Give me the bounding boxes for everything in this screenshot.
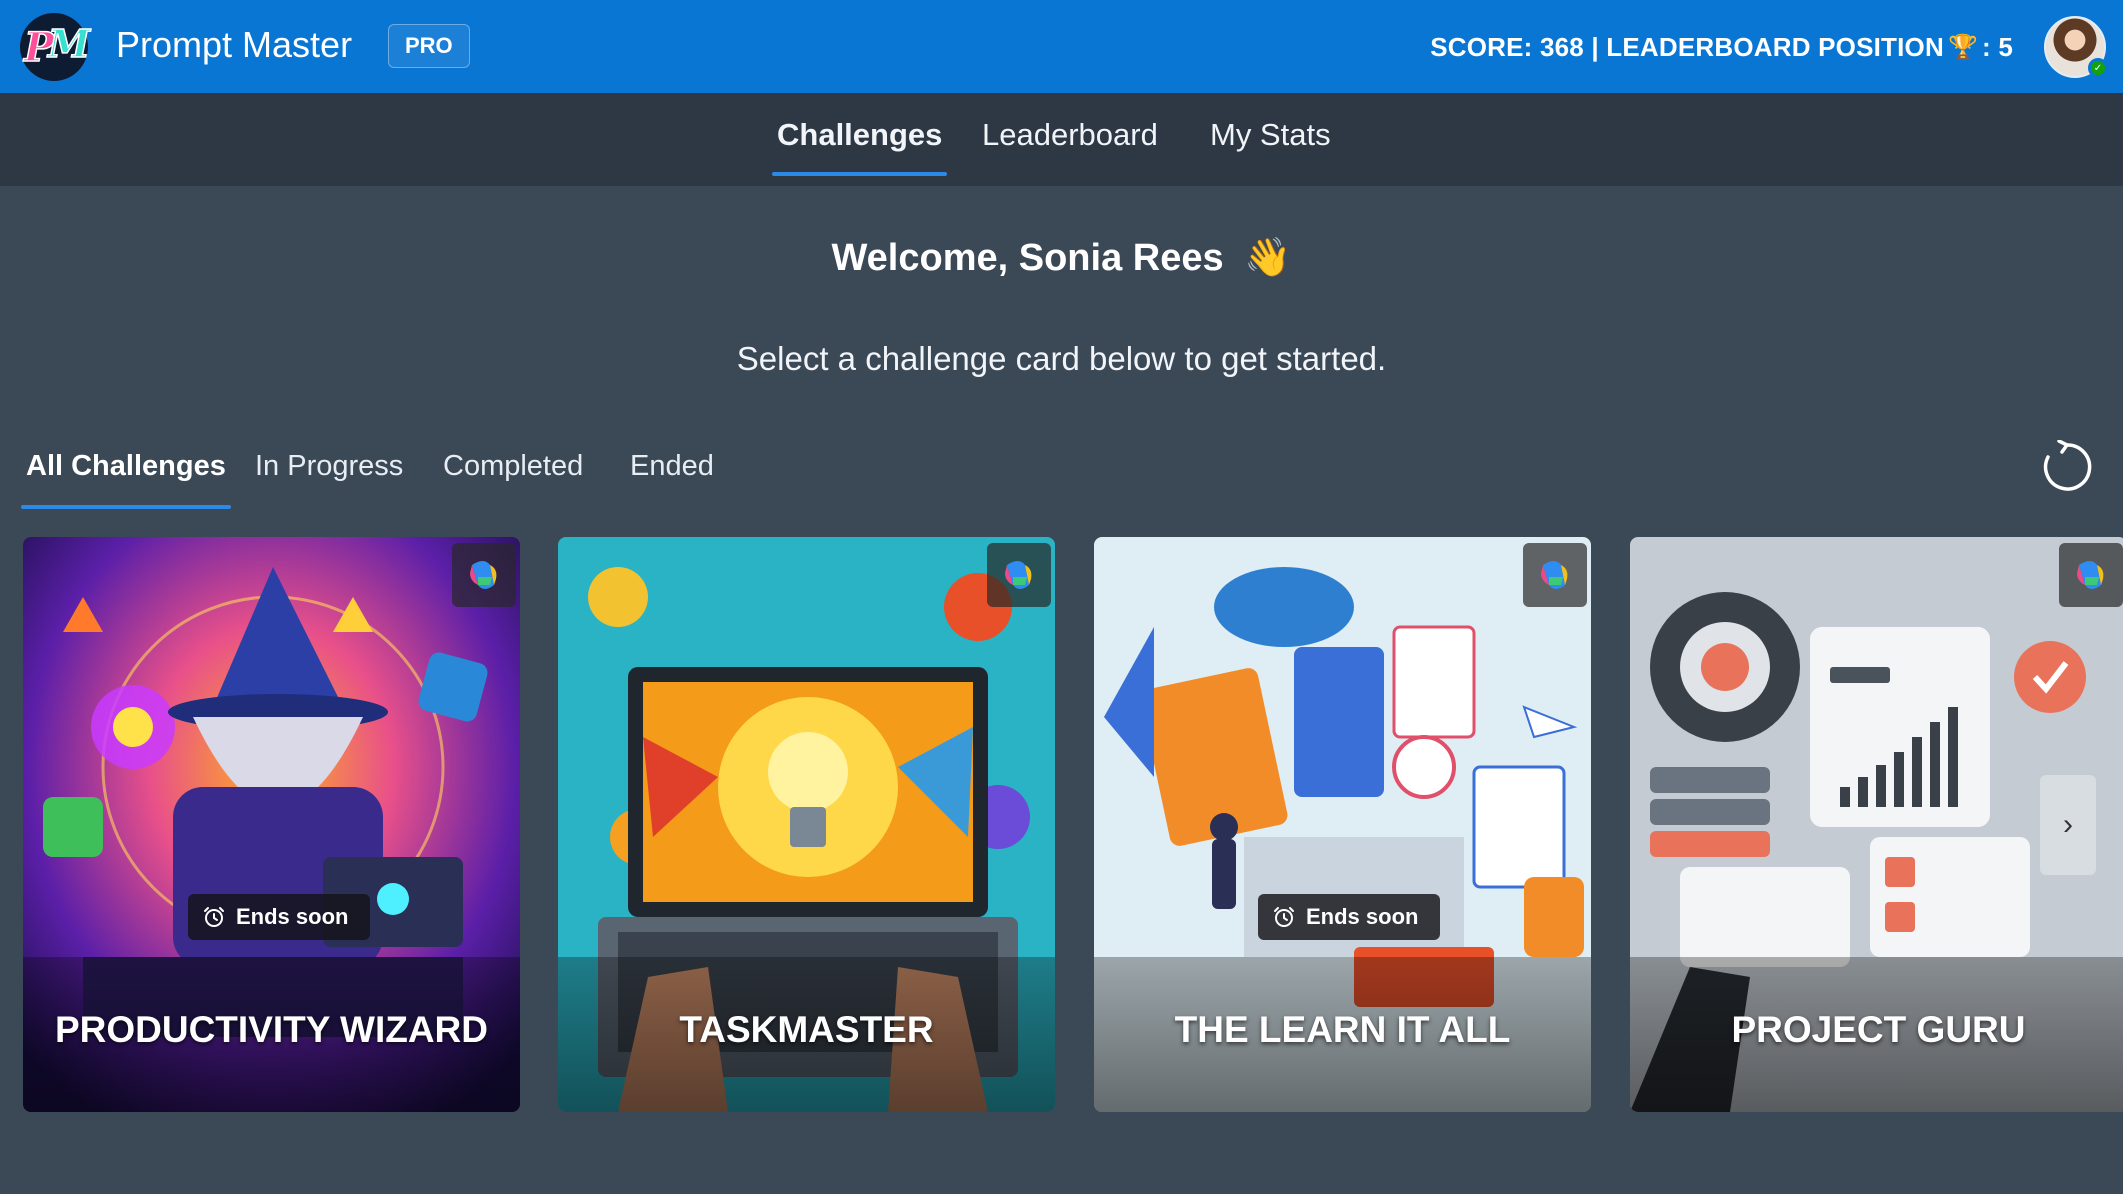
app-logo[interactable]: P M — [16, 9, 92, 85]
score-leaderboard-status: SCORE: 368 | LEADERBOARD POSITION 🏆 : 5 — [1430, 32, 2013, 63]
app-title: Prompt Master — [116, 24, 353, 65]
main-nav: Challenges Leaderboard My Stats — [0, 93, 2123, 186]
challenge-card-the-learn-it-all[interactable]: Ends soon THE LEARN IT ALL — [1094, 537, 1591, 1112]
tab-my-stats[interactable]: My Stats — [1210, 117, 1331, 185]
welcome-heading: Welcome, Sonia Rees 👋 — [0, 236, 2123, 280]
wave-emoji-icon: 👋 — [1244, 237, 1292, 279]
trophy-icon: 🏆 — [1947, 34, 1979, 61]
tab-leaderboard[interactable]: Leaderboard — [982, 117, 1158, 185]
filter-in-progress[interactable]: In Progress — [255, 450, 403, 483]
welcome-subtitle: Select a challenge card below to get sta… — [736, 340, 1387, 377]
pm-logo-icon: P M — [20, 13, 92, 81]
welcome-text: Welcome, Sonia Rees — [831, 237, 1224, 279]
card-title: TASKMASTER — [679, 1009, 934, 1050]
ends-soon-badge: Ends soon — [188, 894, 371, 940]
filter-completed[interactable]: Completed — [443, 450, 583, 483]
pro-badge: PRO — [388, 24, 470, 68]
online-status-icon: ✓ — [2088, 58, 2108, 78]
top-bar: P M Prompt Master PRO SCORE: 368 | LEADE… — [0, 0, 2123, 93]
filter-ended[interactable]: Ended — [630, 450, 714, 483]
carousel-next-button[interactable]: › — [2040, 775, 2096, 875]
card-title: PRODUCTIVITY WIZARD — [54, 1009, 489, 1050]
svg-text:M: M — [46, 21, 91, 66]
challenge-card-taskmaster[interactable]: TASKMASTER — [558, 537, 1055, 1112]
ends-soon-badge: Ends soon — [1258, 894, 1441, 940]
ends-soon-label: Ends soon — [1306, 904, 1419, 929]
chevron-right-icon: › — [2063, 808, 2073, 841]
card-title: PROJECT GURU — [1731, 1009, 2026, 1050]
copilot-icon — [987, 543, 1051, 607]
challenge-card-productivity-wizard[interactable]: Ends soon PRODUCTIVITY WIZARD — [23, 537, 520, 1112]
leaderboard-position: : 5 — [1982, 32, 2013, 62]
alarm-clock-icon — [1274, 907, 1294, 927]
copilot-icon — [1523, 543, 1587, 607]
filter-all-challenges[interactable]: All Challenges — [21, 450, 231, 509]
score-text: SCORE: 368 | LEADERBOARD POSITION — [1430, 32, 1944, 62]
card-title: THE LEARN IT ALL — [1174, 1009, 1511, 1050]
copilot-icon — [452, 543, 516, 607]
alarm-clock-icon — [204, 907, 224, 927]
tab-challenges[interactable]: Challenges — [771, 117, 948, 185]
refresh-icon[interactable] — [2040, 440, 2094, 494]
ends-soon-label: Ends soon — [236, 904, 349, 929]
copilot-icon — [2059, 543, 2123, 607]
